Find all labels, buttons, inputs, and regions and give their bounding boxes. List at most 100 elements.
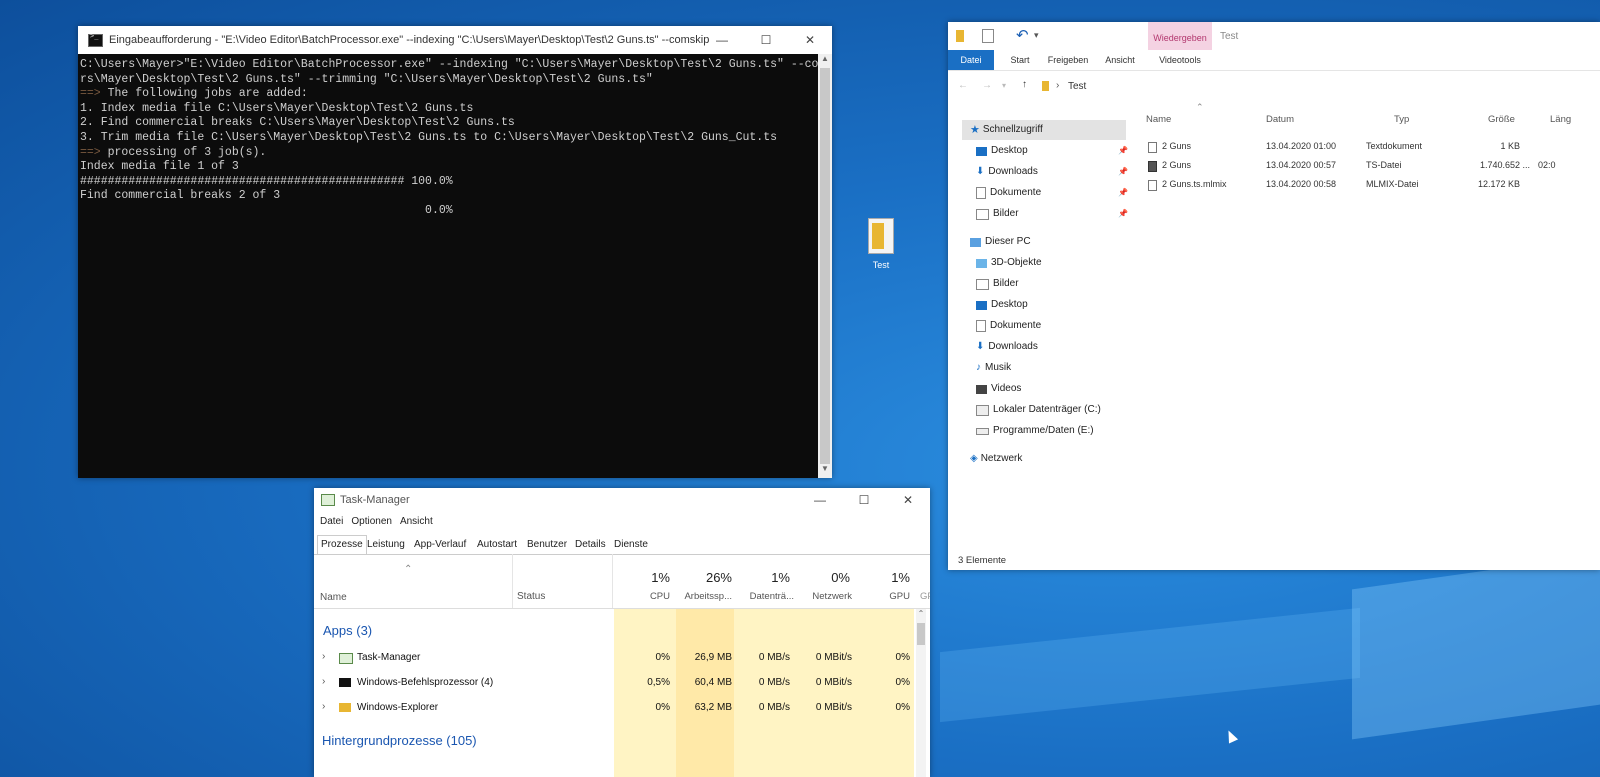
nav-item-downloads[interactable]: ⬇ Downloads [976,163,1038,181]
nav-item-3d-objekte[interactable]: 3D-Objekte [976,254,1042,272]
minimize-icon[interactable]: — [700,26,744,54]
nav-item-dokumente[interactable]: Dokumente [976,184,1041,202]
memory-total[interactable]: 26% [676,570,732,585]
pin-icon[interactable]: 📌 [1118,188,1128,197]
pin-icon[interactable]: 📌 [1118,167,1128,176]
close-icon[interactable]: ✕ [886,488,930,512]
process-row[interactable]: › Windows-Befehlsprozessor (4) 0,5% 60,4… [314,670,930,695]
nav-item-dokumente-pc[interactable]: Dokumente [976,317,1041,335]
sort-icon[interactable]: ⌃ [1196,102,1204,113]
breadcrumb[interactable]: Test [1068,81,1086,92]
file-explorer-window[interactable]: ↶ ▾ Wiedergeben Test Datei Start Freigeb… [948,22,1600,570]
maximize-icon[interactable]: ☐ [744,26,788,54]
nav-item-netzwerk[interactable]: ◈ Netzwerk [970,450,1022,468]
nav-item-bilder-pc[interactable]: Bilder [976,275,1019,293]
maximize-icon[interactable]: ☐ [842,488,886,512]
tab-ansicht[interactable]: Ansicht [1098,50,1142,70]
address-bar[interactable]: ← → ▾ ↑ › Test [948,72,1600,102]
file-row[interactable]: 2 Guns 13.04.2020 00:57 TS-Datei 1.740.6… [1138,157,1600,175]
tab-freigeben[interactable]: Freigeben [1044,50,1092,70]
menu-datei[interactable]: Datei [320,516,343,532]
menu-optionen[interactable]: Optionen [351,516,392,532]
nav-item-bilder[interactable]: Bilder [976,205,1019,223]
file-row[interactable]: 2 Guns.ts.mlmix 13.04.2020 00:58 MLMIX-D… [1138,176,1600,194]
nav-item-videos[interactable]: Videos [976,380,1021,398]
column-header-date[interactable]: Datum [1266,114,1294,125]
menu-ansicht[interactable]: Ansicht [400,516,433,532]
tab-videotools[interactable]: Videotools [1152,50,1208,70]
back-icon[interactable]: ← [958,80,968,91]
column-header-cpu[interactable]: CPU [614,591,670,602]
tab-benutzer[interactable]: Benutzer [524,536,570,554]
drive-icon [976,404,989,416]
column-divider[interactable] [612,554,613,608]
scroll-up-icon[interactable]: ⌃ [916,609,926,621]
cmd-console-output[interactable]: C:\Users\Mayer>"E:\Video Editor\BatchPro… [78,54,818,478]
disk-total[interactable]: 1% [734,570,790,585]
tab-datei[interactable]: Datei [948,50,994,70]
desktop-folder-icon[interactable]: Test [866,218,896,270]
expand-chevron-icon[interactable]: › [322,701,325,712]
forward-icon[interactable]: → [982,80,992,91]
quick-access-dropdown-icon[interactable]: ▾ [1034,30,1039,41]
column-header-name[interactable]: Name [1146,114,1171,125]
explorer-titlebar[interactable]: ↶ ▾ Wiedergeben Test [948,22,1600,50]
tab-leistung[interactable]: Leistung [364,536,408,554]
tab-dienste[interactable]: Dienste [611,536,651,554]
scrollbar-thumb[interactable] [820,68,830,464]
file-row[interactable]: 2 Guns 13.04.2020 01:00 Textdokument 1 K… [1138,138,1600,156]
process-row[interactable]: › Windows-Explorer 0% 63,2 MB 0 MB/s 0 M… [314,695,930,720]
task-manager-window[interactable]: Task-Manager — ☐ ✕ Datei Optionen Ansich… [314,488,930,777]
cmd-titlebar[interactable]: Eingabeaufforderung - "E:\Video Editor\B… [78,26,832,54]
cmd-scrollbar[interactable]: ▲ ▼ [818,54,832,478]
minimize-icon[interactable]: — [798,488,842,512]
nav-item-dieser-pc[interactable]: Dieser PC [970,233,1031,251]
sort-icon[interactable]: ⌃ [404,564,412,575]
tab-prozesse[interactable]: Prozesse [317,535,367,554]
nav-item-downloads-pc[interactable]: ⬇ Downloads [976,338,1038,356]
chevron-down-icon[interactable]: ▾ [1002,81,1006,90]
network-total[interactable]: 0% [794,570,850,585]
column-header-type[interactable]: Typ [1394,114,1409,125]
close-icon[interactable]: ✕ [788,26,832,54]
gpu-total[interactable]: 1% [854,570,910,585]
process-row[interactable]: › Task-Manager 0% 26,9 MB 0 MB/s 0 MBit/… [314,645,930,670]
column-divider[interactable] [512,554,513,608]
column-header-size[interactable]: Größe [1488,114,1515,125]
tab-details[interactable]: Details [572,536,609,554]
scroll-down-icon[interactable]: ▼ [818,464,832,478]
expand-chevron-icon[interactable]: › [322,676,325,687]
expand-chevron-icon[interactable]: › [322,651,325,662]
properties-icon[interactable] [982,29,994,43]
column-header-length[interactable]: Läng [1550,114,1571,125]
column-header-network[interactable]: Netzwerk [794,591,852,602]
column-header-gpu[interactable]: GPU [854,591,910,602]
nav-item-desktop[interactable]: Desktop [976,142,1028,160]
column-header-memory[interactable]: Arbeitssp... [676,591,732,602]
column-header-disk[interactable]: Datenträ... [734,591,794,602]
column-header-name[interactable]: Name [320,592,347,603]
cpu-total[interactable]: 1% [614,570,670,585]
nav-item-drive-c[interactable]: Lokaler Datenträger (C:) [976,401,1101,419]
pin-icon[interactable]: 📌 [1118,209,1128,218]
tab-autostart[interactable]: Autostart [474,536,520,554]
nav-item-drive-e[interactable]: Programme/Daten (E:) [976,422,1094,440]
column-header-gpu-engine[interactable]: GP [920,591,930,602]
column-header-status[interactable]: Status [517,591,545,602]
section-apps: Apps (3) [323,623,373,638]
undo-icon[interactable]: ↶ [1016,26,1029,44]
nav-item-musik[interactable]: ♪ Musik [976,359,1011,377]
nav-item-desktop-pc[interactable]: Desktop [976,296,1028,314]
taskmgr-scrollbar[interactable]: ⌃ [916,609,926,777]
nav-item-schnellzugriff[interactable]: ★ Schnellzugriff [970,121,1043,139]
taskmgr-titlebar[interactable]: Task-Manager — ☐ ✕ [314,488,930,512]
up-icon[interactable]: ↑ [1022,79,1027,90]
ribbon-context-tab[interactable]: Wiedergeben [1148,22,1212,50]
scrollbar-thumb[interactable] [917,623,925,645]
command-prompt-window[interactable]: Eingabeaufforderung - "E:\Video Editor\B… [78,26,832,478]
pin-icon[interactable]: 📌 [1118,146,1128,155]
file-name: 2 Guns [1162,160,1192,170]
scroll-up-icon[interactable]: ▲ [818,54,832,68]
tab-start[interactable]: Start [1000,50,1040,70]
tab-app-verlauf[interactable]: App-Verlauf [411,536,469,554]
